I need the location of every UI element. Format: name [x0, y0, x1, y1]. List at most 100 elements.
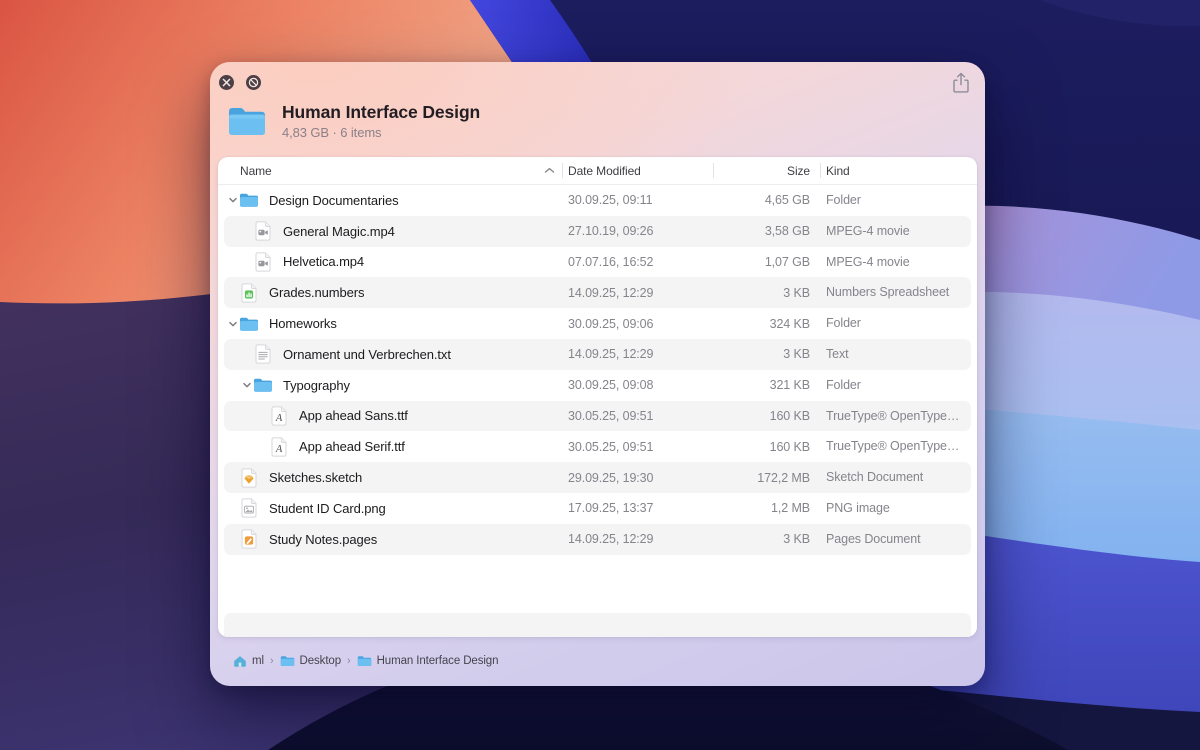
- breadcrumb-label: Desktop: [300, 655, 342, 667]
- breadcrumb-label: ml: [252, 655, 264, 667]
- file-date-modified: 30.09.25, 09:08: [568, 370, 653, 401]
- file-kind: Pages Document: [826, 524, 969, 555]
- folder-icon: [280, 655, 295, 667]
- share-button[interactable]: [952, 72, 970, 94]
- table-row[interactable]: Student ID Card.png 17.09.25, 13:37 1,2 …: [218, 493, 977, 524]
- file-size: 3 KB: [713, 277, 810, 308]
- breadcrumb: ml › Desktop › Human Interface Design: [218, 647, 977, 675]
- column-resize-handle[interactable]: [820, 163, 821, 178]
- close-button[interactable]: [219, 75, 234, 90]
- file-icon: [239, 498, 259, 518]
- table-row[interactable]: General Magic.mp4 27.10.19, 09:26 3,58 G…: [218, 216, 977, 247]
- table-row[interactable]: Homeworks 30.09.25, 09:06 324 KB Folder: [218, 308, 977, 339]
- disclosure-chevron-icon[interactable]: [256, 442, 269, 452]
- file-name: Study Notes.pages: [269, 532, 377, 547]
- column-header-name[interactable]: Name: [240, 157, 272, 184]
- disclosure-chevron-icon[interactable]: [226, 503, 239, 513]
- folder-header: Human Interface Design 4,83 GB · 6 items: [227, 102, 480, 140]
- disclosure-chevron-icon[interactable]: [226, 534, 239, 544]
- table-row[interactable]: A App ahead Sans.ttf 30.05.25, 09:51 160…: [218, 401, 977, 432]
- column-resize-handle[interactable]: [713, 163, 714, 178]
- disclosure-chevron-icon[interactable]: [226, 288, 239, 298]
- breadcrumb-separator: ›: [270, 655, 274, 667]
- file-kind: TrueType® OpenType…: [826, 401, 969, 432]
- column-header-kind[interactable]: Kind: [826, 157, 850, 184]
- table-row[interactable]: Ornament und Verbrechen.txt 14.09.25, 12…: [218, 339, 977, 370]
- file-date-modified: 17.09.25, 13:37: [568, 493, 653, 524]
- file-date-modified: 30.05.25, 09:51: [568, 401, 653, 432]
- table-row[interactable]: Grades.numbers 14.09.25, 12:29 3 KB Numb…: [218, 277, 977, 308]
- home-icon: [233, 655, 247, 668]
- column-resize-handle[interactable]: [562, 163, 563, 178]
- table-row[interactable]: Study Notes.pages 14.09.25, 12:29 3 KB P…: [218, 524, 977, 555]
- name-cell: Student ID Card.png: [218, 493, 386, 524]
- file-name: Grades.numbers: [269, 285, 364, 300]
- disclosure-chevron-icon[interactable]: [240, 380, 253, 390]
- file-icon: [239, 314, 259, 334]
- name-cell: Sketches.sketch: [218, 462, 362, 493]
- breadcrumb-separator: ›: [347, 655, 351, 667]
- folder-icon: [357, 655, 372, 667]
- prohibit-icon: [248, 77, 259, 88]
- disclosure-chevron-icon[interactable]: [226, 473, 239, 483]
- file-size: 321 KB: [713, 370, 810, 401]
- file-icon: A: [269, 406, 289, 426]
- disclosure-chevron-icon[interactable]: [226, 319, 239, 329]
- table-row[interactable]: Sketches.sketch 29.09.25, 19:30 172,2 MB…: [218, 462, 977, 493]
- file-icon: A: [269, 437, 289, 457]
- svg-text:A: A: [275, 444, 283, 455]
- file-kind: Sketch Document: [826, 462, 969, 493]
- disclosure-chevron-icon[interactable]: [240, 226, 253, 236]
- file-icon: [253, 344, 273, 364]
- file-date-modified: 30.09.25, 09:11: [568, 185, 652, 216]
- file-size: 172,2 MB: [713, 462, 810, 493]
- file-kind: MPEG-4 movie: [826, 216, 969, 247]
- breadcrumb-label: Human Interface Design: [377, 655, 499, 667]
- file-name: Design Documentaries: [269, 193, 399, 208]
- breadcrumb-item[interactable]: Human Interface Design: [357, 655, 499, 667]
- breadcrumb-item[interactable]: Desktop: [280, 655, 342, 667]
- file-name: Ornament und Verbrechen.txt: [283, 347, 451, 362]
- table-row[interactable]: Design Documentaries 30.09.25, 09:11 4,6…: [218, 185, 977, 216]
- table-row[interactable]: Typography 30.09.25, 09:08 321 KB Folder: [218, 370, 977, 401]
- name-cell: Ornament und Verbrechen.txt: [218, 339, 451, 370]
- file-size: 1,2 MB: [713, 493, 810, 524]
- table-row[interactable]: Helvetica.mp4 07.07.16, 16:52 1,07 GB MP…: [218, 247, 977, 278]
- column-label-date-modified: Date Modified: [568, 164, 641, 178]
- breadcrumb-item[interactable]: ml: [233, 655, 264, 668]
- file-icon: [253, 252, 273, 272]
- file-kind: MPEG-4 movie: [826, 247, 969, 278]
- file-date-modified: 29.09.25, 19:30: [568, 462, 653, 493]
- finder-preview-window: Human Interface Design 4,83 GB · 6 items…: [210, 62, 985, 686]
- file-date-modified: 30.09.25, 09:06: [568, 308, 653, 339]
- file-date-modified: 27.10.19, 09:26: [568, 216, 653, 247]
- name-cell: Homeworks: [218, 308, 337, 339]
- disclosure-chevron-icon[interactable]: [226, 195, 239, 205]
- name-cell: Helvetica.mp4: [218, 247, 364, 278]
- svg-text:A: A: [275, 413, 283, 424]
- column-header-size[interactable]: Size: [718, 157, 810, 184]
- file-name: Homeworks: [269, 316, 337, 331]
- file-date-modified: 30.05.25, 09:51: [568, 431, 653, 462]
- file-size: 3,58 GB: [713, 216, 810, 247]
- file-icon: [239, 529, 259, 549]
- prohibit-button[interactable]: [246, 75, 261, 90]
- close-icon: [222, 78, 231, 87]
- column-header-date-modified[interactable]: Date Modified: [568, 157, 641, 184]
- file-size: 4,65 GB: [713, 185, 810, 216]
- folder-icon: [227, 105, 267, 138]
- sort-ascending-icon[interactable]: [544, 157, 555, 184]
- file-size: 3 KB: [713, 524, 810, 555]
- column-label-kind: Kind: [826, 164, 850, 178]
- column-label-name: Name: [240, 164, 272, 178]
- file-icon: [239, 283, 259, 303]
- file-date-modified: 14.09.25, 12:29: [568, 339, 653, 370]
- disclosure-chevron-icon[interactable]: [240, 257, 253, 267]
- disclosure-chevron-icon[interactable]: [256, 411, 269, 421]
- file-icon: [239, 190, 259, 210]
- name-cell: Typography: [218, 370, 350, 401]
- file-size: 3 KB: [713, 339, 810, 370]
- table-row[interactable]: A App ahead Serif.ttf 30.05.25, 09:51 16…: [218, 431, 977, 462]
- disclosure-chevron-icon[interactable]: [240, 349, 253, 359]
- file-name: General Magic.mp4: [283, 224, 395, 239]
